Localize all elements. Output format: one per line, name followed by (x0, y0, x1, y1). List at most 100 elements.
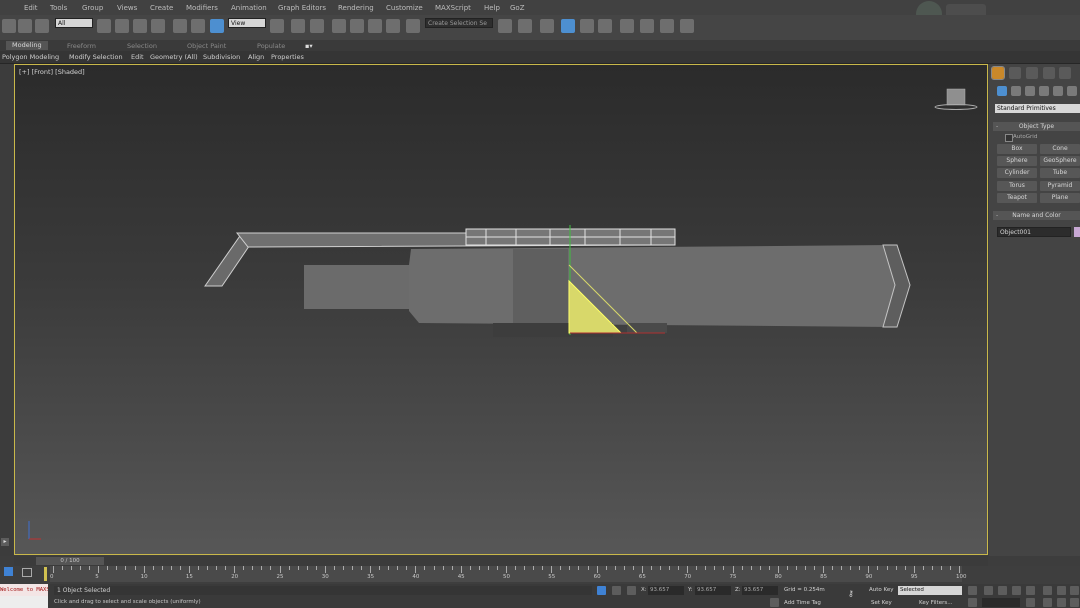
time-slider-thumb[interactable]: 0 / 100 (36, 557, 104, 565)
tab-object-paint[interactable]: Object Paint (187, 42, 226, 50)
rectangular-selection-icon[interactable] (133, 19, 147, 33)
plane-button[interactable]: Plane (1040, 193, 1080, 203)
cone-button[interactable]: Cone (1040, 144, 1080, 154)
torus-button[interactable]: Torus (997, 181, 1037, 191)
named-selection-select[interactable]: Create Selection Se (425, 18, 493, 28)
previous-frame-icon[interactable] (984, 586, 993, 595)
expand-arrow-icon[interactable]: ▸ (1, 538, 9, 546)
align-icon[interactable] (518, 19, 532, 33)
group-subdivision[interactable]: Subdivision (203, 53, 240, 61)
menu-modifiers[interactable]: Modifiers (186, 4, 218, 12)
group-align[interactable]: Align (248, 53, 264, 61)
absolute-offset-icon[interactable] (627, 586, 636, 595)
mini-curve-editor-icon[interactable] (4, 567, 13, 576)
track-bar-toggle-icon[interactable] (22, 568, 32, 577)
select-by-name-icon[interactable] (115, 19, 129, 33)
pan-view-icon[interactable] (1057, 598, 1066, 607)
selection-lock-icon[interactable] (612, 586, 621, 595)
render-production-icon[interactable] (680, 19, 694, 33)
current-frame-field[interactable] (982, 598, 1020, 607)
maxscript-listener[interactable]: Welcome to MAXS (0, 584, 48, 596)
key-icon[interactable]: ⚷ (848, 589, 854, 598)
y-coordinate-field[interactable]: 93.657 (695, 586, 731, 595)
isolate-selection-icon[interactable] (597, 586, 606, 595)
geometry-icon[interactable] (997, 86, 1007, 96)
mirror-icon[interactable] (498, 19, 512, 33)
group-properties[interactable]: Properties (271, 53, 304, 61)
space-warps-icon[interactable] (1067, 86, 1077, 96)
name-and-color-rollout[interactable]: - Name and Color (993, 211, 1080, 220)
tab-selection[interactable]: Selection (127, 42, 157, 50)
key-filters-button[interactable]: Key Filters... (919, 600, 952, 606)
spinner-snap-icon[interactable] (386, 19, 400, 33)
hierarchy-tab-icon[interactable] (1026, 67, 1038, 79)
sphere-button[interactable]: Sphere (997, 156, 1037, 166)
shapes-icon[interactable] (1011, 86, 1021, 96)
tab-modeling[interactable]: Modeling (6, 41, 48, 50)
select-move-icon[interactable] (173, 19, 187, 33)
curve-editor-icon[interactable] (580, 19, 594, 33)
scene-explorer-icon[interactable] (561, 19, 575, 33)
motion-tab-icon[interactable] (1043, 67, 1055, 79)
cameras-icon[interactable] (1039, 86, 1049, 96)
link-icon[interactable] (2, 19, 16, 33)
set-key-button[interactable]: Set Key (871, 600, 892, 606)
material-editor-icon[interactable] (620, 19, 634, 33)
menu-customize[interactable]: Customize (386, 4, 423, 12)
menu-animation[interactable]: Animation (231, 4, 267, 12)
group-modify-selection[interactable]: Modify Selection (69, 53, 123, 61)
group-edit[interactable]: Edit (131, 53, 144, 61)
group-geometry-all[interactable]: Geometry (All) (150, 53, 198, 61)
geosphere-button[interactable]: GeoSphere (1040, 156, 1080, 166)
pivot-center-icon[interactable] (270, 19, 284, 33)
create-tab-icon[interactable] (991, 66, 1005, 80)
current-frame-marker[interactable] (44, 567, 47, 581)
group-polygon-modeling[interactable]: Polygon Modeling (2, 53, 59, 61)
lights-icon[interactable] (1025, 86, 1035, 96)
select-object-icon[interactable] (97, 19, 111, 33)
zoom-icon[interactable] (1043, 586, 1052, 595)
front-viewport[interactable]: [+] [Front] [Shaded] (14, 64, 988, 555)
object-name-input[interactable]: Object001 (997, 227, 1071, 237)
menu-help[interactable]: Help (484, 4, 500, 12)
keyboard-shortcut-icon[interactable] (310, 19, 324, 33)
select-rotate-icon[interactable] (191, 19, 205, 33)
key-mode-toggle-icon[interactable] (968, 598, 977, 607)
snaps-toggle-icon[interactable] (332, 19, 346, 33)
menu-group[interactable]: Group (82, 4, 103, 12)
menu-goz[interactable]: GoZ (510, 4, 525, 12)
teapot-button[interactable]: Teapot (997, 193, 1037, 203)
auto-key-button[interactable]: Auto Key (869, 587, 894, 593)
tube-button[interactable]: Tube (1040, 168, 1080, 178)
key-mode-select[interactable]: Selected (898, 586, 962, 595)
time-slider[interactable]: 0 / 100 (14, 556, 988, 566)
ribbon-options-icon[interactable]: ▪▾ (305, 42, 313, 50)
go-to-end-icon[interactable] (1026, 586, 1035, 595)
tab-freeform[interactable]: Freeform (67, 42, 96, 50)
box-button[interactable]: Box (997, 144, 1037, 154)
x-coordinate-field[interactable]: 93.657 (648, 586, 684, 595)
modify-tab-icon[interactable] (1009, 67, 1021, 79)
selection-filter-select[interactable]: All (55, 18, 93, 28)
rendered-frame-window-icon[interactable] (660, 19, 674, 33)
zoom-extents-icon[interactable] (1070, 586, 1079, 595)
track-bar-ruler[interactable]: 0 5 10 15 20 25 30 35 40 45 50 55 60 65 70 75 80 85 90 95 10… (50, 566, 967, 582)
percent-snap-icon[interactable] (368, 19, 382, 33)
window-crossing-icon[interactable] (151, 19, 165, 33)
layer-manager-icon[interactable] (540, 19, 554, 33)
manipulate-icon[interactable] (291, 19, 305, 33)
tab-populate[interactable]: Populate (257, 42, 285, 50)
menu-rendering[interactable]: Rendering (338, 4, 374, 12)
helpers-icon[interactable] (1053, 86, 1063, 96)
pyramid-button[interactable]: Pyramid (1040, 181, 1080, 191)
menu-maxscript[interactable]: MAXScript (435, 4, 471, 12)
angle-snap-icon[interactable] (350, 19, 364, 33)
menu-graph-editors[interactable]: Graph Editors (278, 4, 326, 12)
menu-tools[interactable]: Tools (50, 4, 67, 12)
next-frame-icon[interactable] (1012, 586, 1021, 595)
object-type-rollout[interactable]: - Object Type (993, 122, 1080, 131)
z-coordinate-field[interactable]: 93.657 (742, 586, 778, 595)
time-tag-icon[interactable] (770, 598, 779, 607)
menu-edit[interactable]: Edit (24, 4, 38, 12)
primitive-category-select[interactable]: Standard Primitives (995, 104, 1080, 113)
